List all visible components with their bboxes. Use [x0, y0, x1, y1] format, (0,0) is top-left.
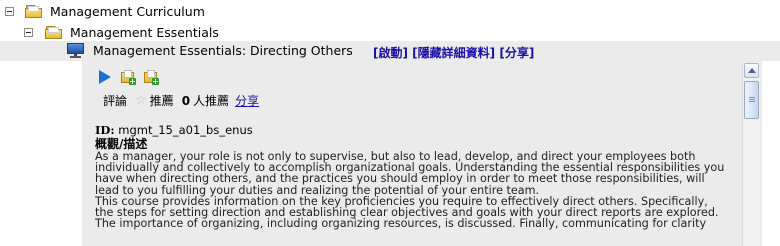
comment-label[interactable]: 評論: [103, 92, 127, 109]
hide-details-link[interactable]: [隱藏詳細資料]: [412, 46, 495, 60]
star-icon[interactable]: ☆: [135, 93, 147, 108]
description-line: have when directing others, and the prac…: [95, 172, 705, 186]
launch-link[interactable]: [啟動]: [373, 46, 408, 60]
scroll-up-button[interactable]: [744, 63, 759, 78]
add-to-plan-icon[interactable]: +: [143, 69, 159, 86]
play-icon[interactable]: [99, 70, 111, 84]
collapse-toggle[interactable]: [24, 27, 33, 37]
tree-node-label[interactable]: Management Curriculum: [50, 4, 205, 19]
vertical-scrollbar[interactable]: [742, 62, 760, 246]
rating-bar: 評論 ☆ 推薦 0 人推薦 分享: [103, 92, 259, 109]
collapse-toggle[interactable]: [5, 6, 14, 16]
recommend-count: 0: [181, 93, 191, 108]
course-actions: [啟動] [隱藏詳細資料] [分享]: [373, 44, 534, 61]
tree-node-management-essentials: Management Essentials: [0, 21, 219, 43]
course-title[interactable]: Management Essentials: Directing Others: [93, 43, 353, 58]
tree-node-label[interactable]: Management Essentials: [70, 25, 219, 40]
folder-icon: [45, 25, 63, 40]
description-line: The importance of organizing, including …: [95, 217, 707, 231]
share-link[interactable]: 分享: [235, 92, 259, 109]
course-row: Management Essentials: Directing Others …: [0, 41, 780, 61]
tree-node-management-curriculum: Management Curriculum: [0, 0, 205, 22]
add-to-catalog-icon[interactable]: +: [120, 69, 136, 86]
recommend-suffix: 人推薦: [193, 94, 230, 108]
folder-icon: [25, 4, 43, 19]
details-panel: + + 評論 ☆ 推薦 0 人推薦 分享 ID: mgmt_15_a01_bs_…: [82, 61, 762, 246]
scroll-thumb[interactable]: [744, 81, 759, 119]
recommend-label[interactable]: 推薦: [150, 92, 174, 109]
monitor-icon: [67, 43, 84, 59]
share-link[interactable]: [分享]: [499, 46, 534, 60]
course-description: As a manager, your role is not only to s…: [95, 151, 745, 231]
